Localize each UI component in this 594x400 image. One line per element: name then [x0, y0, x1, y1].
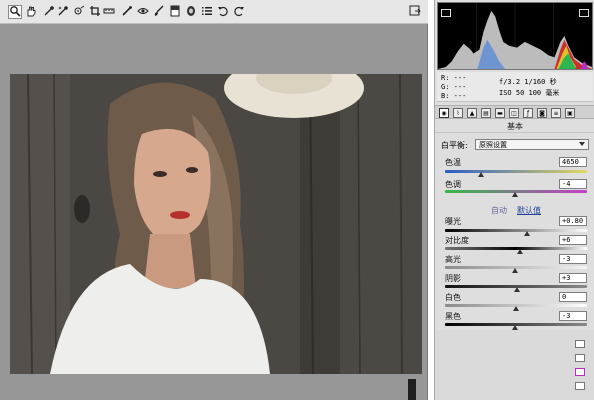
zoom-tool-button[interactable]: [8, 5, 22, 19]
exposure-label: 曝光: [445, 217, 461, 226]
highlights-label: 高光: [445, 255, 461, 264]
shadows-label: 阴影: [445, 274, 461, 283]
iso-focal-readout: ISO 50 100 毫米: [499, 89, 560, 97]
preferences-tool-button[interactable]: [200, 5, 214, 19]
panel-swatch: [575, 368, 585, 376]
image-canvas[interactable]: [0, 24, 428, 400]
tint-input[interactable]: -4: [559, 179, 587, 189]
fx-tab-icon[interactable]: ƒ: [523, 108, 533, 118]
tint-slider-thumb[interactable]: [511, 192, 518, 197]
blacks-label: 黑色: [445, 312, 461, 321]
blacks-input[interactable]: -3: [559, 311, 587, 321]
rotate-right-icon: [233, 5, 245, 20]
panel-swatch: [575, 340, 585, 348]
preferences-icon: [201, 5, 213, 20]
crop-tool-button[interactable]: [88, 5, 102, 19]
b-readout: B: ---: [441, 92, 467, 100]
radial-icon: [185, 5, 197, 20]
tint-label: 色调: [445, 180, 461, 189]
g-readout: G: ---: [441, 83, 467, 91]
highlights-slider-thumb[interactable]: [511, 268, 518, 273]
panel-swatch: [575, 354, 585, 362]
rotate-left-icon: [217, 5, 229, 20]
photo-preview[interactable]: [10, 74, 422, 374]
red-eye-tool-button[interactable]: [136, 5, 150, 19]
hsl-tab-icon[interactable]: ▤: [481, 108, 491, 118]
rotate-ccw-tool-button[interactable]: [216, 5, 230, 19]
contrast-slider-thumb[interactable]: [517, 249, 524, 254]
straighten-icon: [103, 5, 115, 20]
color-sampler-icon: [57, 5, 69, 20]
whites-label: 白色: [445, 293, 461, 302]
spot-heal-icon: [121, 5, 133, 20]
temperature-slider-thumb[interactable]: [477, 172, 484, 177]
white-balance-tool-button[interactable]: [42, 5, 56, 19]
snapshots-tab-icon[interactable]: ▣: [565, 108, 575, 118]
fullscreen-icon: [409, 5, 421, 20]
section-title: 基本: [435, 121, 594, 133]
exposure-slider-thumb[interactable]: [524, 231, 531, 236]
brush-icon: [153, 5, 165, 20]
exposure-input[interactable]: +0.80: [559, 216, 587, 226]
default-button[interactable]: 默认值: [517, 205, 541, 216]
canvas-scrollbar-thumb[interactable]: [408, 379, 416, 400]
shadows-input[interactable]: +3: [559, 273, 587, 283]
rotate-cw-tool-button[interactable]: [232, 5, 246, 19]
hand-tool-button[interactable]: [24, 5, 38, 19]
basic-tab-icon[interactable]: ◉: [439, 108, 449, 118]
white-balance-value: 原照设置: [479, 141, 507, 149]
graduated-filter-tool-button[interactable]: [168, 5, 182, 19]
temperature-label: 色温: [445, 158, 461, 167]
highlight-clipping-warning[interactable]: [579, 9, 589, 17]
r-readout: R: ---: [441, 74, 467, 82]
presets-tab-icon[interactable]: ≡: [551, 108, 561, 118]
contrast-slider[interactable]: [445, 247, 587, 250]
panel-tab-bar: ◉ ⌇ ▲ ▤ ▬ ◫ ƒ ◙ ≡ ▣: [435, 105, 594, 119]
target-icon: [73, 5, 85, 20]
adjustment-brush-tool-button[interactable]: [152, 5, 166, 19]
whites-input[interactable]: 0: [559, 292, 587, 302]
white-balance-label: 白平衡:: [441, 141, 468, 150]
shadow-clipping-warning[interactable]: [441, 9, 451, 17]
fullscreen-button[interactable]: [408, 5, 422, 19]
white-balance-select[interactable]: 原照设置: [475, 139, 589, 150]
split-toning-tab-icon[interactable]: ▬: [495, 108, 505, 118]
highlights-input[interactable]: -3: [559, 254, 587, 264]
temperature-input[interactable]: 4650: [559, 157, 587, 167]
camera-readout: R: --- G: --- B: --- f/3.2 1/160 秒 ISO 5…: [437, 72, 593, 102]
temperature-slider[interactable]: [445, 170, 587, 173]
radial-filter-tool-button[interactable]: [184, 5, 198, 19]
contrast-input[interactable]: +6: [559, 235, 587, 245]
adjustments-panel: R: --- G: --- B: --- f/3.2 1/160 秒 ISO 5…: [434, 0, 594, 400]
contrast-label: 对比度: [445, 236, 469, 245]
spot-removal-tool-button[interactable]: [120, 5, 134, 19]
chevron-down-icon: [579, 142, 585, 146]
lens-tab-icon[interactable]: ◫: [509, 108, 519, 118]
aperture-shutter-readout: f/3.2 1/160 秒: [499, 78, 557, 86]
auto-button[interactable]: 自动: [491, 205, 507, 216]
tone-curve-tab-icon[interactable]: ⌇: [453, 108, 463, 118]
panel-lower-region: [435, 330, 594, 400]
whites-slider-thumb[interactable]: [513, 306, 519, 311]
target-adjust-tool-button[interactable]: [72, 5, 86, 19]
histogram: [437, 2, 593, 70]
straighten-tool-button[interactable]: [102, 5, 116, 19]
magnifier-icon: [9, 5, 21, 20]
toolbar: [0, 0, 428, 24]
gradient-icon: [169, 5, 181, 20]
hand-icon: [25, 5, 37, 20]
color-sampler-tool-button[interactable]: [56, 5, 70, 19]
panel-swatch: [575, 382, 585, 390]
exposure-slider[interactable]: [445, 229, 587, 232]
crop-icon: [89, 5, 101, 20]
shadows-slider-thumb[interactable]: [514, 287, 521, 292]
camera-calibration-tab-icon[interactable]: ◙: [537, 108, 547, 118]
eyedropper-icon: [43, 5, 55, 20]
detail-tab-icon[interactable]: ▲: [467, 108, 477, 118]
eye-icon: [137, 5, 149, 20]
